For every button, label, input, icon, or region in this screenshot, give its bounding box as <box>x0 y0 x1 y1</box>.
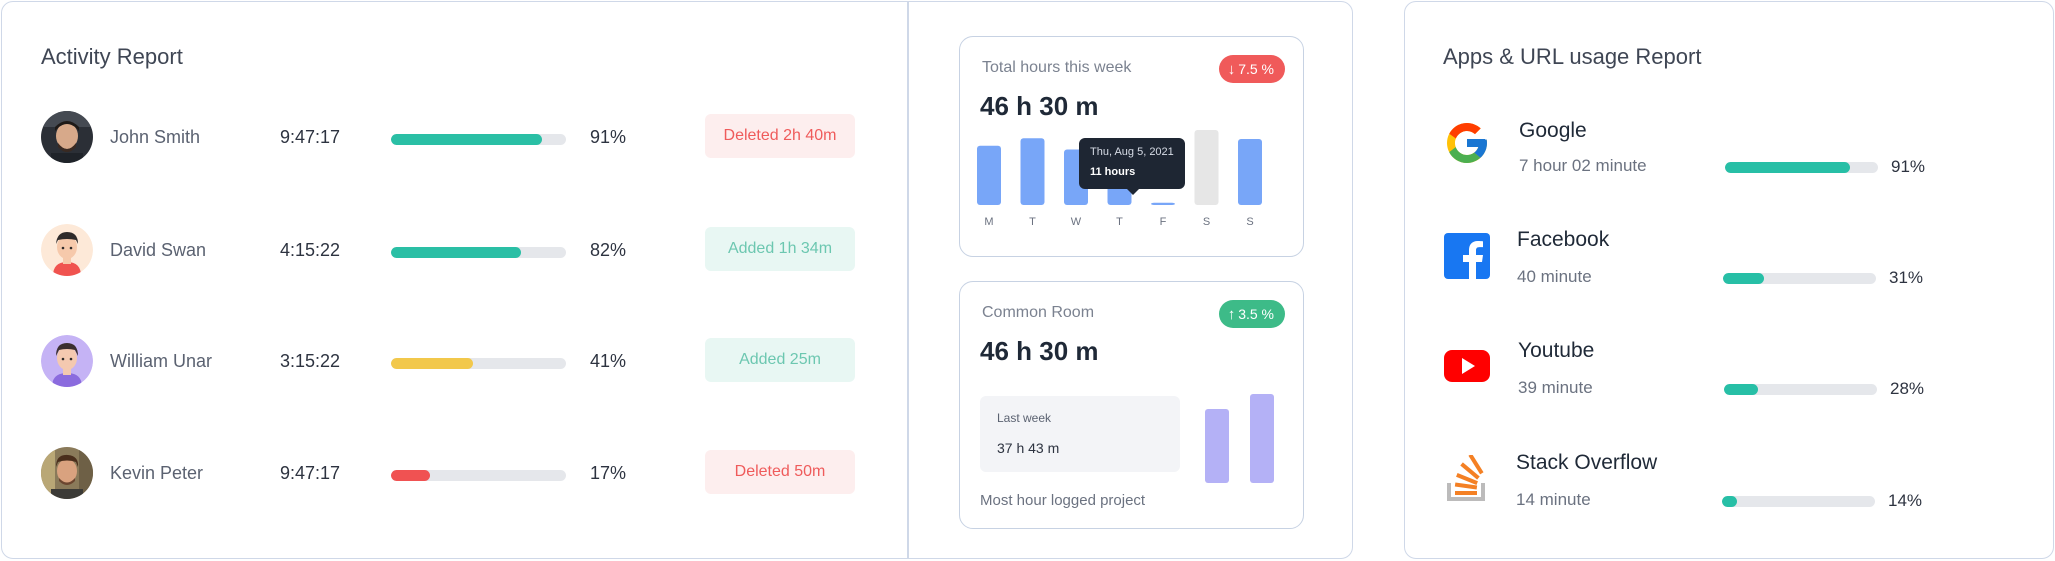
weekday-bar[interactable] <box>1151 202 1175 205</box>
activity-row[interactable]: Kevin Peter 9:47:17 17% Deleted 50m <box>2 446 902 502</box>
tooltip-date: Thu, Aug 5, 2021 <box>1090 146 1174 158</box>
app-row-google[interactable]: Google 7 hour 02 minute 91% <box>1405 112 2045 192</box>
apps-usage-panel: Apps & URL usage Report Google 7 hour 02… <box>1404 1 2054 559</box>
activity-panel: Activity Report John Smith 9:47:17 91% D… <box>1 1 1353 559</box>
change-badge: Deleted 2h 40m <box>705 114 855 158</box>
tooltip-value: 11 hours <box>1090 166 1136 178</box>
user-name: David Swan <box>110 240 207 260</box>
total-hours-card[interactable]: Total hours this week 46 h 30 m ↓ 7.5 % M… <box>959 36 1304 257</box>
percent-value: 41% <box>590 351 627 371</box>
weekday-bar[interactable] <box>1020 138 1045 205</box>
room-bar[interactable] <box>1250 394 1274 483</box>
app-name: Facebook <box>1517 228 1610 251</box>
usage-percent: 28% <box>1890 379 1925 398</box>
last-week-value: 37 h 43 m <box>997 440 1060 456</box>
weekday-label: F <box>1160 216 1167 228</box>
progress-fill <box>391 247 521 258</box>
stack-overflow-icon <box>1443 453 1491 503</box>
usage-bar <box>1725 162 1878 173</box>
weekday-bar[interactable] <box>1194 130 1219 205</box>
time-logged: 9:47:17 <box>280 463 341 483</box>
user-avatar <box>41 224 93 276</box>
usage-percent: 91% <box>1891 157 1926 176</box>
most-hour-label: Most hour logged project <box>980 492 1146 509</box>
app-name: Google <box>1519 119 1587 142</box>
progress-fill <box>391 134 542 145</box>
activity-row[interactable]: John Smith 9:47:17 91% Deleted 2h 40m <box>2 110 902 166</box>
usage-fill <box>1725 162 1851 173</box>
apps-usage-title: Apps & URL usage Report <box>1443 44 1702 69</box>
last-week-box: Last week 37 h 43 m <box>980 396 1180 472</box>
weekday-bar[interactable] <box>977 145 1001 205</box>
app-duration: 14 minute <box>1516 490 1591 509</box>
google-icon <box>1443 119 1491 167</box>
weekday-bar[interactable] <box>1238 139 1262 205</box>
user-name: Kevin Peter <box>110 463 204 483</box>
panel-divider <box>907 2 909 558</box>
usage-fill <box>1723 273 1765 284</box>
usage-percent: 14% <box>1888 491 1923 510</box>
percent-value: 82% <box>590 240 627 260</box>
common-room-card[interactable]: Common Room 46 h 30 m ↑ 3.5 % Last week 3… <box>959 281 1304 529</box>
last-week-label: Last week <box>997 411 1052 425</box>
percent-value: 17% <box>590 463 627 483</box>
progress-bar <box>391 247 566 258</box>
progress-bar <box>391 358 566 369</box>
app-row-youtube[interactable]: Youtube 39 minute 28% <box>1405 333 2045 413</box>
progress-bar <box>391 470 566 481</box>
chart-tooltip: Thu, Aug 5, 2021 11 hours <box>1079 138 1185 195</box>
usage-percent: 31% <box>1889 268 1924 287</box>
change-pill-up: ↑ 3.5 % <box>1218 300 1285 328</box>
usage-fill <box>1722 496 1738 507</box>
weekday-label: W <box>1071 216 1082 228</box>
user-name: William Unar <box>110 351 213 371</box>
usage-bar <box>1723 273 1876 284</box>
app-duration: 40 minute <box>1517 267 1592 286</box>
weekday-label: S <box>1246 216 1253 228</box>
user-name: John Smith <box>110 127 201 147</box>
app-name: Stack Overflow <box>1516 451 1658 474</box>
arrow-up-icon: ↑ <box>1227 306 1236 323</box>
change-badge: Added 25m <box>705 338 855 382</box>
weekday-label: M <box>984 216 993 228</box>
facebook-icon <box>1443 232 1491 280</box>
activity-row[interactable]: David Swan 4:15:22 82% Added 1h 34m <box>2 223 902 279</box>
activity-report-title: Activity Report <box>41 44 183 69</box>
user-avatar <box>41 111 93 163</box>
app-row-stack-overflow[interactable]: Stack Overflow 14 minute 14% <box>1405 444 2045 524</box>
progress-bar <box>391 134 566 145</box>
time-logged: 3:15:22 <box>280 351 341 371</box>
app-name: Youtube <box>1518 339 1595 362</box>
percent-value: 91% <box>590 127 627 147</box>
usage-bar <box>1722 496 1875 507</box>
youtube-icon <box>1443 342 1491 390</box>
user-avatar <box>41 335 93 387</box>
weekday-label: T <box>1029 216 1036 228</box>
change-badge: Added 1h 34m <box>705 227 855 271</box>
change-value: 3.5 % <box>1238 306 1274 322</box>
common-room-label: Common Room <box>982 304 1095 321</box>
progress-fill <box>391 358 474 369</box>
app-duration: 7 hour 02 minute <box>1519 156 1647 175</box>
time-logged: 4:15:22 <box>280 240 341 260</box>
time-logged: 9:47:17 <box>280 127 341 147</box>
usage-bar <box>1724 384 1877 395</box>
change-badge: Deleted 50m <box>705 450 855 494</box>
weekday-label: S <box>1203 216 1210 228</box>
app-duration: 39 minute <box>1518 378 1593 397</box>
activity-row[interactable]: William Unar 3:15:22 41% Added 25m <box>2 334 902 390</box>
progress-fill <box>391 470 430 481</box>
usage-fill <box>1724 384 1758 395</box>
room-bar[interactable] <box>1205 409 1229 483</box>
common-room-value: 46 h 30 m <box>980 336 1099 366</box>
app-row-facebook[interactable]: Facebook 40 minute 31% <box>1405 222 2045 302</box>
weekday-label: T <box>1116 216 1123 228</box>
user-avatar <box>41 447 93 499</box>
